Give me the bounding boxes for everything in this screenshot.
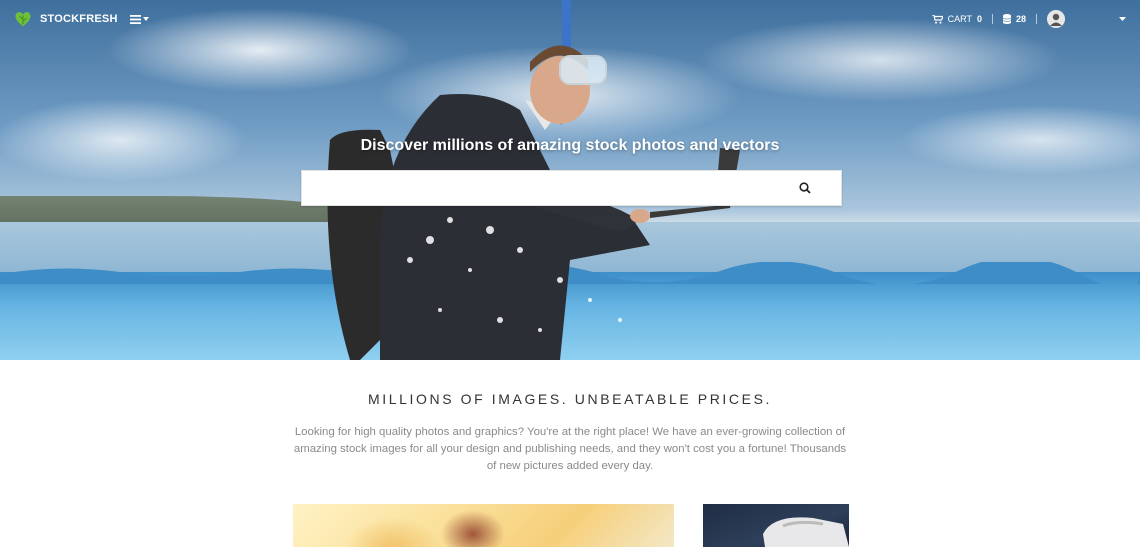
vr-headset-image [763,517,849,547]
nav-divider [1036,14,1037,24]
chevron-down-icon [1119,17,1126,21]
coin-stack-icon [1002,14,1011,24]
hero-title: Discover millions of amazing stock photo… [360,137,780,154]
featured-image-thumbnail[interactable] [703,504,849,547]
search-icon [799,182,811,194]
section-title: MILLIONS OF IMAGES. UNBEATABLE PRICES. [367,391,773,407]
chevron-down-icon [142,17,149,21]
cart-icon [931,14,943,24]
user-avatar-icon [1047,10,1065,28]
cart-count: 0 [976,14,982,24]
brand[interactable]: STOCKFRESH [14,10,118,28]
search-button[interactable] [769,171,841,205]
search-input[interactable] [302,171,769,205]
top-navigation: STOCKFRESH CART 0 28 [0,0,1140,38]
section-description: Looking for high quality photos and grap… [293,426,847,472]
account-nav: CART 0 28 [931,10,1126,28]
user-name-placeholder [1076,13,1110,25]
brand-name: STOCKFRESH [40,13,118,25]
cart-label: CART [947,14,972,24]
hamburger-menu-icon [129,14,141,24]
credits-link[interactable]: 28 [1002,14,1026,24]
user-menu[interactable] [1047,10,1126,28]
credits-count: 28 [1015,14,1026,24]
nav-divider [991,14,993,24]
main-menu-toggle[interactable] [129,14,149,24]
featured-image-thumbnail[interactable] [293,504,674,547]
search-bar [301,170,842,206]
heart-leaf-icon [15,12,31,27]
cart-link[interactable]: CART 0 [931,14,982,24]
